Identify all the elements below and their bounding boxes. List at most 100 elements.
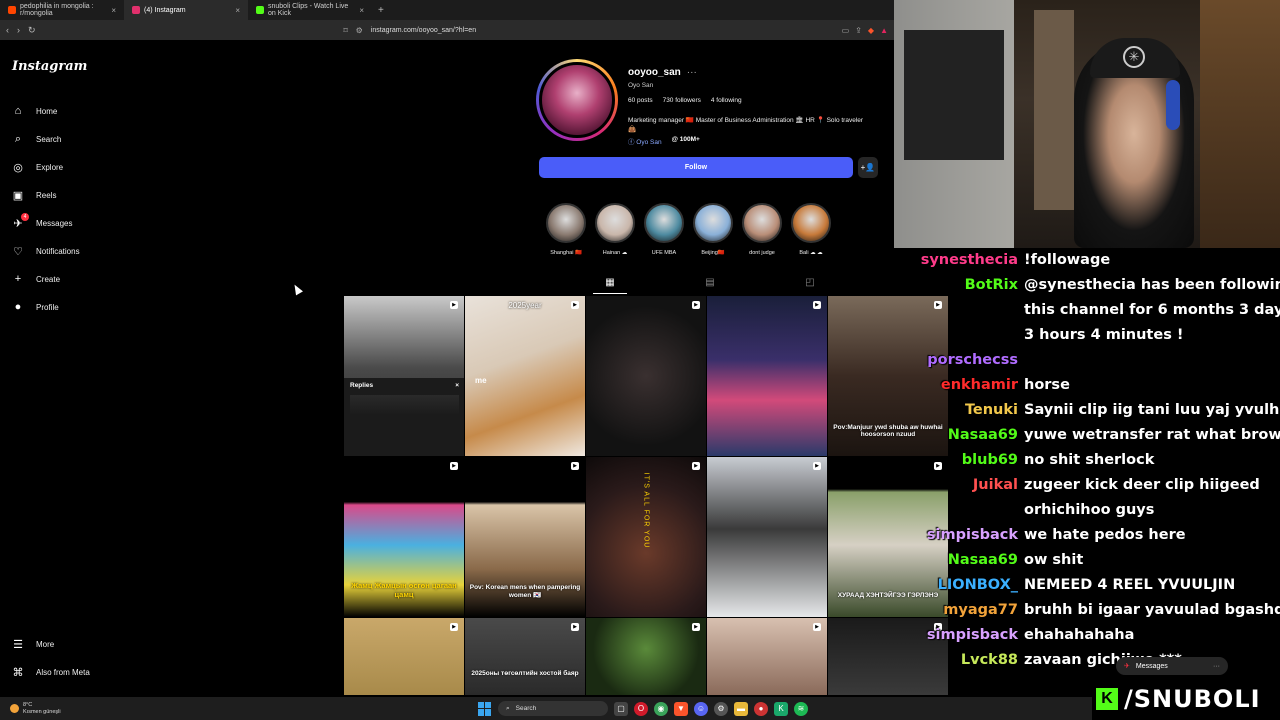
new-tab-button[interactable]: +: [378, 5, 384, 16]
site-info-icon[interactable]: ⚙: [356, 26, 363, 35]
browser-tab[interactable]: pedophilia in mongolia : r/mongolia ×: [0, 0, 124, 20]
file-explorer-icon[interactable]: ▬: [734, 701, 748, 716]
reel-icon: ▶: [450, 301, 458, 309]
post-thumbnail[interactable]: ▶ Pov: Korean mens when pampering women 🇰…: [465, 457, 586, 618]
tab-tagged[interactable]: ◰: [760, 277, 860, 294]
chat-username[interactable]: myaga77: [900, 598, 1018, 623]
chat-username[interactable]: Lvck88: [900, 648, 1018, 673]
weather-temp: 8°C: [23, 701, 33, 708]
share-icon[interactable]: ⇪: [855, 26, 862, 35]
more-options-icon[interactable]: ···: [687, 67, 697, 78]
browser-toolbar: ‹ › ↻ ⌑ ⚙ instagram.com/ooyoo_san/?hl=en…: [0, 20, 894, 40]
sidebar-item-messages[interactable]: ✈ 4 Messages: [12, 209, 80, 237]
sidebar-item-home[interactable]: ⌂ Home: [12, 97, 80, 125]
kick-channel-overlay: K /SNUBOLI: [1092, 683, 1280, 715]
post-thumbnail[interactable]: ▶ 2025оны төгсөлтийн хостой баяр: [465, 618, 586, 696]
post-thumbnail[interactable]: ▶: [586, 618, 707, 696]
followers-link[interactable]: 730 followers: [663, 97, 701, 104]
chrome-alt-icon[interactable]: ●: [754, 701, 768, 716]
sidebar-item-search[interactable]: ⌕ Search: [12, 125, 80, 153]
follow-button[interactable]: Follow: [539, 157, 853, 178]
chat-username[interactable]: LIONBOX_: [900, 573, 1018, 598]
sidebar-item-profile[interactable]: ● Profile: [12, 293, 80, 321]
story-highlight[interactable]: UFE MBA: [644, 203, 684, 256]
post-thumbnail[interactable]: ▶: [707, 457, 828, 618]
profile-avatar[interactable]: [536, 59, 618, 141]
messages-bar[interactable]: ✈ Messages ···: [1116, 657, 1228, 675]
settings-icon[interactable]: ⚙: [714, 701, 728, 716]
post-thumbnail[interactable]: ▶: [586, 296, 707, 457]
following-link[interactable]: 4 following: [711, 97, 742, 104]
post-thumbnail[interactable]: ▶ IT'S ALL FOR YOU: [586, 457, 707, 618]
chat-username[interactable]: simpisback: [900, 623, 1018, 648]
post-thumbnail[interactable]: ▶ Replies ×: [344, 296, 465, 457]
cast-icon[interactable]: ▭: [842, 26, 850, 35]
tab-favicon-icon: [256, 6, 264, 14]
story-highlight[interactable]: Shanghai 🇨🇳: [546, 203, 586, 256]
chat-message: 3 hours 4 minutes !: [900, 323, 1272, 348]
reload-icon[interactable]: ↻: [28, 25, 36, 36]
threads-link[interactable]: @ 100M+: [672, 136, 700, 146]
sidebar-item-label: Notifications: [36, 246, 80, 256]
chat-username[interactable]: Tenuki: [900, 398, 1018, 423]
back-icon[interactable]: ‹: [6, 25, 9, 35]
chat-username[interactable]: blub69: [900, 448, 1018, 473]
close-icon[interactable]: ×: [455, 382, 459, 389]
rewards-icon[interactable]: ▲: [880, 26, 888, 35]
messages-avatars: ···: [1213, 662, 1220, 670]
chat-username[interactable]: Nasaa69: [900, 423, 1018, 448]
spotify-icon[interactable]: ≋: [794, 701, 808, 716]
sidebar-item-also-from-meta[interactable]: ⌘ Also from Meta: [12, 658, 90, 686]
post-thumbnail[interactable]: ▶: [707, 618, 828, 696]
notification-badge: 4: [21, 213, 29, 221]
opera-icon[interactable]: O: [634, 701, 648, 716]
brave-shield-icon[interactable]: ◆: [868, 26, 874, 35]
forward-icon[interactable]: ›: [17, 25, 20, 35]
story-highlight[interactable]: Bali ☁ ☁: [791, 203, 831, 256]
story-highlight[interactable]: Beijing🇨🇳: [693, 203, 733, 256]
windows-taskbar: 8°C Kısmen güneşli ⌕ Search ▢ O ◉ ▼ ☺ ⚙ …: [0, 697, 1092, 720]
chat-username[interactable]: synesthecia: [900, 248, 1018, 273]
close-tab-icon[interactable]: ×: [235, 6, 240, 15]
sidebar-item-notifications[interactable]: ♡ Notifications: [12, 237, 80, 265]
post-thumbnail[interactable]: ▶ Жамц Жамцын өсгөн цагаан цамц: [344, 457, 465, 618]
post-thumbnail[interactable]: ▶ 2025year me: [465, 296, 586, 457]
tab-reels[interactable]: ▤: [660, 277, 760, 294]
post-thumbnail[interactable]: ▶: [707, 296, 828, 457]
weather-widget[interactable]: 8°C Kısmen güneşli: [0, 702, 61, 716]
browser-tab[interactable]: (4) Instagram ×: [124, 0, 248, 20]
chat-username[interactable]: porschecss: [900, 348, 1018, 373]
brave-icon[interactable]: ▼: [674, 701, 688, 716]
story-highlight[interactable]: dont judge: [742, 203, 782, 256]
instagram-logo[interactable]: Instagram: [12, 59, 87, 74]
windows-start-icon[interactable]: [478, 701, 492, 716]
chat-message: Juikal zugeer kick deer clip hiigeed: [900, 473, 1272, 498]
chat-username[interactable]: Nasaa69: [900, 548, 1018, 573]
sidebar-item-create[interactable]: + Create: [12, 265, 80, 293]
kick-app-icon[interactable]: K: [774, 701, 788, 716]
chat-username[interactable]: simpisback: [900, 523, 1018, 548]
discord-icon[interactable]: ☺: [694, 701, 708, 716]
close-tab-icon[interactable]: ×: [111, 6, 116, 15]
tab-posts[interactable]: ▦: [560, 277, 660, 294]
sidebar-item-reels[interactable]: ▣ Reels: [12, 181, 80, 209]
chat-username[interactable]: Juikal: [900, 473, 1018, 498]
chat-username[interactable]: BotRix: [900, 273, 1018, 298]
close-tab-icon[interactable]: ×: [359, 6, 364, 15]
chat-message: porschecss: [900, 348, 1272, 373]
bookmark-icon[interactable]: ⌑: [344, 26, 348, 35]
sidebar-item-more[interactable]: ☰ More: [12, 630, 90, 658]
taskbar-search[interactable]: ⌕ Search: [498, 701, 608, 716]
chrome-icon[interactable]: ◉: [654, 701, 668, 716]
suggested-users-button[interactable]: +👤: [858, 157, 878, 178]
facebook-link[interactable]: ⓕ Oyo San: [628, 136, 662, 146]
address-bar[interactable]: ⌑ ⚙ instagram.com/ooyoo_san/?hl=en: [344, 26, 834, 35]
task-view-icon[interactable]: ▢: [614, 701, 628, 716]
post-overlay-text: me: [475, 376, 487, 385]
story-highlight[interactable]: Hainan ☁: [595, 203, 635, 256]
chat-username[interactable]: enkhamir: [900, 373, 1018, 398]
post-overlay-text: IT'S ALL FOR YOU: [642, 472, 650, 549]
sidebar-item-explore[interactable]: ◎ Explore: [12, 153, 80, 181]
browser-tab[interactable]: snuboli Clips - Watch Live on Kick ×: [248, 0, 372, 20]
post-thumbnail[interactable]: ▶: [344, 618, 465, 696]
